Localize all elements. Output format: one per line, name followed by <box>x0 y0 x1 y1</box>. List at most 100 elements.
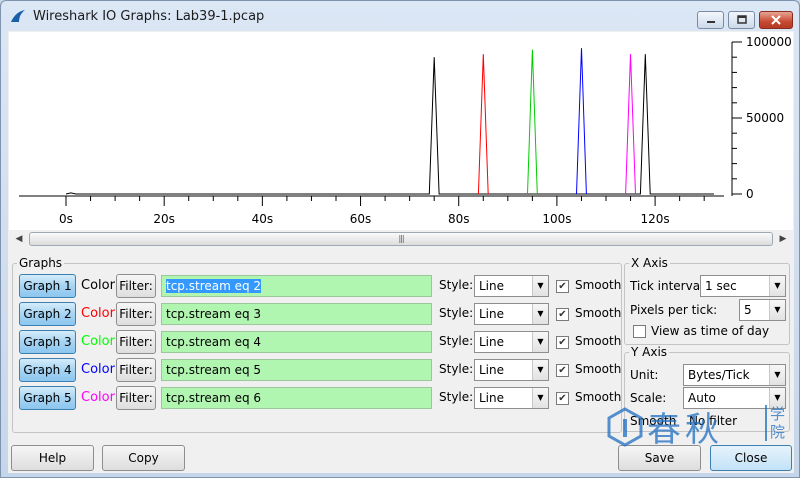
title-bar[interactable]: Wireshark IO Graphs: Lab39-1.pcap <box>1 1 799 31</box>
graph-row-2: Graph 2 Color Filter: tcp.stream eq 3 St… <box>19 302 622 326</box>
series-3-line <box>527 49 538 195</box>
graph-5-style-select[interactable]: Line ▼ <box>474 387 549 409</box>
maximize-button[interactable] <box>728 11 755 29</box>
graph-4-smooth-checkbox[interactable]: ✔ <box>556 364 569 377</box>
watermark-logo-icon <box>607 407 643 447</box>
series-4-line <box>576 48 587 195</box>
graphs-group: Graphs Graph 1 Color Filter: tcp.stream … <box>12 256 622 433</box>
x-tick-label: 120s <box>641 212 670 226</box>
window-title: Wireshark IO Graphs: Lab39-1.pcap <box>33 9 265 24</box>
view-time-of-day-checkbox[interactable] <box>633 325 646 338</box>
chevron-down-icon: ▼ <box>769 365 785 385</box>
graph-5-filter-input[interactable]: tcp.stream eq 6 <box>161 387 432 409</box>
horizontal-scrollbar[interactable]: ◀ ||| ▶ <box>12 231 790 248</box>
graph-1-button[interactable]: Graph 1 <box>19 274 76 298</box>
close-window-button[interactable] <box>759 11 793 29</box>
graph-row-5: Graph 5 Color Filter: tcp.stream eq 6 St… <box>19 386 621 410</box>
watermark-side-text: 学院 <box>765 405 785 441</box>
io-graph-plot[interactable]: 0s 20s 40s 60s 80s 100s 120s 100000 50000 0 <box>9 32 793 230</box>
graph-4-style-select[interactable]: Line ▼ <box>474 359 549 381</box>
watermark-text: 春秋 <box>647 410 723 450</box>
graph-row-4: Graph 4 Color Filter: tcp.stream eq 5 St… <box>19 358 622 382</box>
chevron-down-icon: ▼ <box>532 332 548 352</box>
graph-4-smooth-label: Smooth <box>575 362 622 376</box>
graph-1-smooth-checkbox[interactable]: ✔ <box>556 280 569 293</box>
graph-4-color-label[interactable]: Color <box>81 362 115 377</box>
graph-4-filter-button[interactable]: Filter: <box>116 358 156 382</box>
series-5-line <box>625 54 636 195</box>
graph-3-smooth-checkbox[interactable]: ✔ <box>556 336 569 349</box>
graph-1-style-select[interactable]: Line ▼ <box>474 275 549 297</box>
graph-5-color-label[interactable]: Color <box>81 390 115 405</box>
graph-2-filter-button[interactable]: Filter: <box>116 302 156 326</box>
graph-2-button[interactable]: Graph 2 <box>19 302 76 326</box>
y-tick-label: 100000 <box>746 35 792 49</box>
x-tick-label: 80s <box>448 212 470 226</box>
wireshark-fin-icon <box>11 10 25 22</box>
close-icon <box>771 15 781 25</box>
graph-3-style-label: Style: <box>439 334 474 348</box>
unit-label: Unit: <box>630 368 659 382</box>
x-axis-group: X Axis Tick interval: 1 sec ▼ Pixels per … <box>624 256 790 345</box>
series-1-line <box>65 54 714 195</box>
graph-row-3: Graph 3 Color Filter: tcp.stream eq 4 St… <box>19 330 622 354</box>
chevron-down-icon: ▼ <box>532 360 548 380</box>
graph-3-style-select[interactable]: Line ▼ <box>474 331 549 353</box>
graph-5-button[interactable]: Graph 5 <box>19 386 76 410</box>
graph-3-color-label[interactable]: Color <box>81 334 115 349</box>
graph-2-filter-input[interactable]: tcp.stream eq 3 <box>161 303 432 325</box>
io-graph-chart: 0s 20s 40s 60s 80s 100s 120s 100000 50000 0 <box>19 35 792 226</box>
graphs-legend: Graphs <box>17 256 65 270</box>
pixels-per-tick-select[interactable]: 5 ▼ <box>739 299 786 321</box>
chevron-down-icon: ▼ <box>532 304 548 324</box>
graph-2-smooth-label: Smooth <box>575 306 622 320</box>
graph-1-filter-button[interactable]: Filter: <box>116 274 156 298</box>
graph-2-color-label[interactable]: Color <box>81 306 115 321</box>
graph-3-filter-input[interactable]: tcp.stream eq 4 <box>161 331 432 353</box>
chevron-down-icon: ▼ <box>532 276 548 296</box>
minimize-button[interactable] <box>697 11 724 29</box>
chevron-down-icon: ▼ <box>769 276 785 296</box>
x-axis-legend: X Axis <box>629 256 670 270</box>
graph-4-filter-input[interactable]: tcp.stream eq 5 <box>161 359 432 381</box>
graph-1-style-label: Style: <box>439 278 474 292</box>
watermark: 春秋 学院 <box>601 401 791 451</box>
series-2-line <box>477 54 489 195</box>
graph-5-smooth-checkbox[interactable]: ✔ <box>556 392 569 405</box>
x-tick-label: 60s <box>350 212 372 226</box>
chevron-down-icon: ▼ <box>532 388 548 408</box>
graph-2-style-label: Style: <box>439 306 474 320</box>
unit-select[interactable]: Bytes/Tick ▼ <box>683 364 786 386</box>
graph-2-smooth-checkbox[interactable]: ✔ <box>556 308 569 321</box>
graph-row-1: Graph 1 Color Filter: tcp.stream eq 2 St… <box>19 274 621 298</box>
x-tick-label: 0s <box>59 212 73 226</box>
scroll-thumb[interactable]: ||| <box>29 232 773 246</box>
x-tick-label: 20s <box>153 212 175 226</box>
tick-interval-select[interactable]: 1 sec ▼ <box>700 275 786 297</box>
x-tick-label: 40s <box>252 212 274 226</box>
graph-1-color-label[interactable]: Color <box>81 278 115 293</box>
help-button[interactable]: Help <box>11 445 94 471</box>
io-graphs-window: Wireshark IO Graphs: Lab39-1.pcap 0s 20s 4… <box>0 0 800 478</box>
graph-4-style-label: Style: <box>439 362 474 376</box>
scroll-right-icon[interactable]: ▶ <box>776 232 790 246</box>
graph-2-style-select[interactable]: Line ▼ <box>474 303 549 325</box>
graph-1-filter-input[interactable]: tcp.stream eq 2 <box>161 275 432 297</box>
y-tick-label: 0 <box>746 187 754 201</box>
copy-button[interactable]: Copy <box>102 445 185 471</box>
minimize-icon <box>706 21 715 23</box>
y-axis-legend: Y Axis <box>629 345 670 359</box>
graph-5-filter-button[interactable]: Filter: <box>116 386 156 410</box>
y-tick-label: 50000 <box>746 111 784 125</box>
x-tick-label: 100s <box>542 212 571 226</box>
chevron-down-icon: ▼ <box>769 300 785 320</box>
maximize-icon <box>736 15 747 24</box>
graph-3-button[interactable]: Graph 3 <box>19 330 76 354</box>
graph-3-smooth-label: Smooth <box>575 334 622 348</box>
graph-5-style-label: Style: <box>439 390 474 404</box>
pixels-per-tick-label: Pixels per tick: <box>630 303 718 317</box>
view-time-of-day-label: View as time of day <box>651 324 770 338</box>
scroll-left-icon[interactable]: ◀ <box>12 232 26 246</box>
graph-3-filter-button[interactable]: Filter: <box>116 330 156 354</box>
graph-4-button[interactable]: Graph 4 <box>19 358 76 382</box>
